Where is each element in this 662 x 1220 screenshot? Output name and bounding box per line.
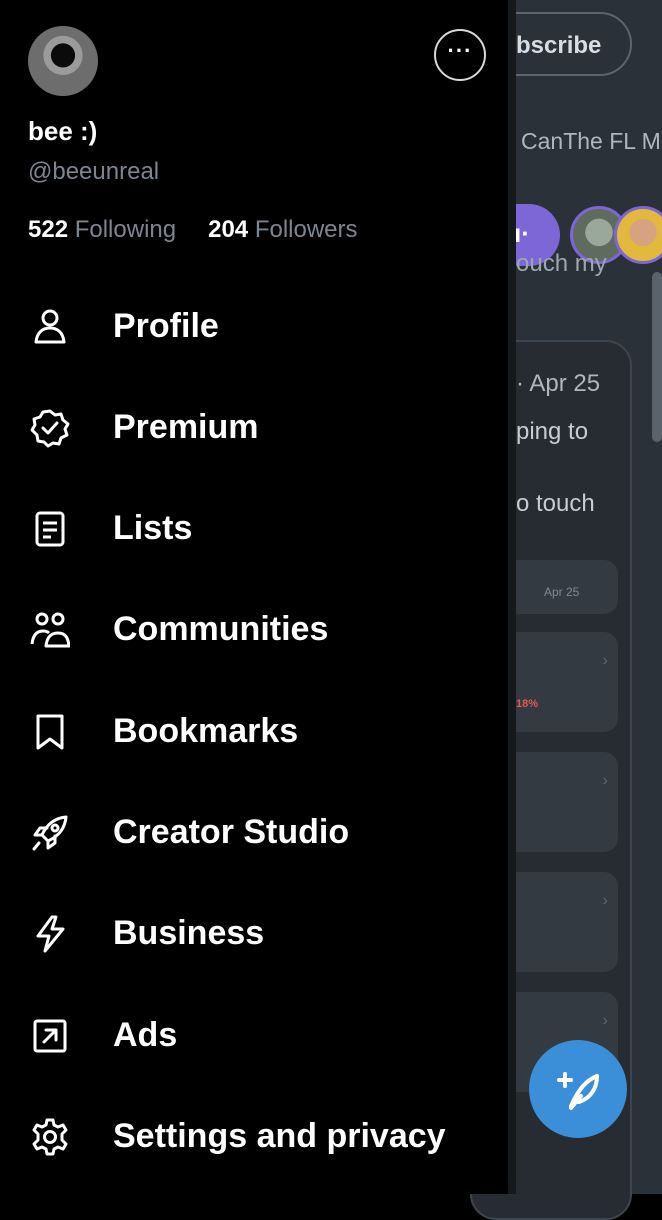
menu-label: Business [113,914,265,952]
menu-label: Settings and privacy [113,1117,446,1155]
external-arrow-icon [30,1016,70,1056]
menu-label: Premium [113,408,259,446]
chevron-right-icon: › [602,1012,608,1029]
post-text-line: o touch [516,490,595,517]
embedded-card[interactable]: › [500,872,618,972]
menu-label: Lists [113,509,193,547]
display-name[interactable]: bee :) [28,116,97,147]
menu-label: Bookmarks [113,712,299,750]
embedded-card[interactable]: › [500,752,618,852]
embedded-card[interactable]: › [500,632,618,732]
menu-item-profile[interactable]: Profile [0,287,508,367]
compose-button[interactable] [529,1040,627,1138]
navigation-drawer: ··· bee :) @beeunreal 522 Following 204 F… [0,0,508,1194]
post-text-line: ping to [516,418,589,445]
menu-item-settings[interactable]: Settings and privacy [0,1097,508,1177]
percent-change: 18% [516,698,539,710]
list-icon [30,509,70,549]
compose-feather-icon [557,1072,599,1110]
follow-stats: 522 Following 204 Followers [28,216,358,244]
menu-label: Profile [113,307,219,345]
menu-label: Creator Studio [113,813,350,851]
menu-item-communities[interactable]: Communities [0,590,508,670]
following-count: 522 [28,216,69,243]
followers-label: Followers [254,216,358,243]
following-label: Following [74,216,177,243]
bookmark-icon [30,712,70,752]
chevron-right-icon: › [602,892,608,909]
menu-item-premium[interactable]: Premium [0,388,508,468]
menu-item-creator-studio[interactable]: Creator Studio [0,793,508,873]
chevron-right-icon: › [602,652,608,669]
gear-icon [30,1117,70,1157]
subscribe-label: bscribe [516,32,602,59]
spaces-avatar [614,206,662,264]
menu-item-lists[interactable]: Lists [0,489,508,569]
person-icon [30,307,70,347]
user-handle: @beeunreal [28,158,160,185]
drawer-edge [508,0,516,1194]
timeline-tabs[interactable]: CanThe FL M [521,128,661,155]
chevron-right-icon: › [602,772,608,789]
followers-count: 204 [208,216,249,243]
spaces-title: ouch my [516,250,607,277]
more-accounts-button[interactable]: ··· [434,29,486,81]
menu-item-bookmarks[interactable]: Bookmarks [0,692,508,772]
more-dots-icon: ··· [447,38,473,63]
menu-label: Communities [113,610,329,648]
followers-link[interactable]: 204 Followers [208,216,357,243]
rocket-icon [30,813,70,853]
menu-item-ads[interactable]: Ads [0,996,508,1076]
post-date: · Apr 25 [516,370,601,397]
audio-wave-icon: ı· [514,218,530,248]
embedded-date: Apr 25 [544,585,580,599]
lightning-icon [30,914,70,954]
scrollbar[interactable] [652,272,662,442]
verified-badge-icon [30,408,70,448]
menu-item-business[interactable]: Business [0,894,508,974]
menu-label: Ads [113,1016,178,1054]
avatar[interactable] [28,26,98,96]
following-link[interactable]: 522 Following [28,216,176,243]
communities-icon [30,610,71,650]
